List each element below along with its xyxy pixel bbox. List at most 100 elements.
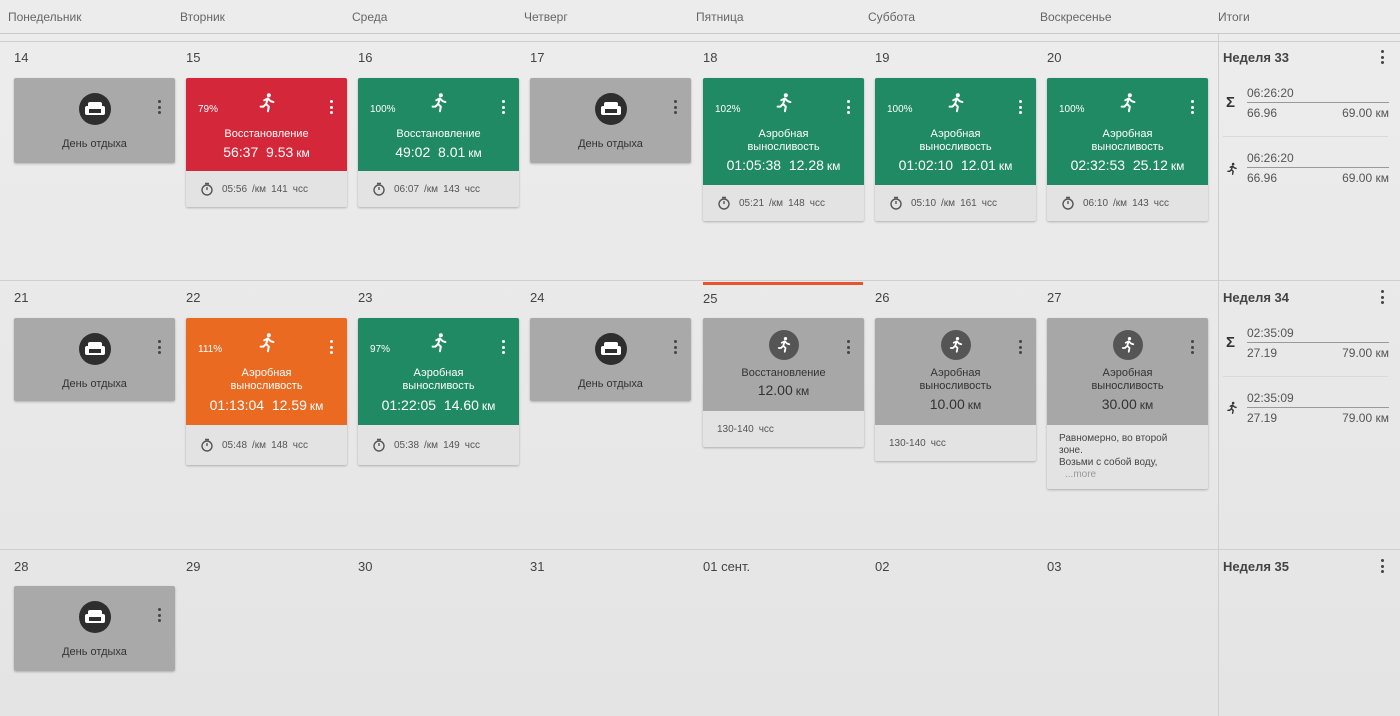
rest-day-card[interactable]: День отдыха: [530, 318, 691, 401]
card-menu-icon[interactable]: [673, 100, 677, 114]
card-menu-icon[interactable]: [501, 100, 505, 114]
workout-stats: 06:07/км 143 чсс: [358, 171, 519, 207]
row-divider: [0, 41, 1400, 42]
workout-title: Аэробная выносливость: [919, 367, 992, 392]
card-menu-icon[interactable]: [157, 608, 161, 622]
card-menu-icon[interactable]: [846, 340, 850, 354]
card-menu-icon[interactable]: [846, 100, 850, 114]
week-total-summary: 06:26:20 66.96 69.00 км: [1247, 86, 1389, 120]
date-label: 24: [530, 290, 545, 305]
more-link[interactable]: ...more: [1059, 469, 1198, 481]
runner-icon: [1120, 93, 1135, 113]
card-menu-icon[interactable]: [157, 100, 161, 114]
workout-stats: 05:10/км 161 чсс: [875, 185, 1036, 221]
runner-icon: [940, 330, 971, 360]
stopwatch-icon: [201, 182, 213, 196]
card-menu-icon[interactable]: [1190, 100, 1194, 114]
week-run-summary: 02:35:09 27.19 79.00 км: [1247, 391, 1389, 425]
workout-summary: 10.00 км: [929, 396, 982, 412]
completion-percent: 102%: [715, 104, 741, 115]
header-tuesday: Вторник: [180, 10, 225, 24]
rest-day-label: День отдыха: [62, 646, 127, 658]
runner-icon: [259, 93, 274, 113]
sigma-icon: Σ: [1226, 94, 1236, 111]
card-menu-icon[interactable]: [157, 340, 161, 354]
runner-icon: [1227, 162, 1237, 175]
stopwatch-icon: [890, 196, 902, 210]
date-label: 16: [358, 50, 373, 65]
week-menu-icon[interactable]: [1380, 50, 1384, 64]
stopwatch-icon: [1062, 196, 1074, 210]
runner-icon: [431, 93, 446, 113]
card-menu-icon[interactable]: [1190, 340, 1194, 354]
workout-stats: 06:10/км 143 чсс: [1047, 185, 1208, 221]
runner-icon: [776, 93, 791, 113]
workout-card[interactable]: 100% Аэробная выносливость 01:02:10 12.01…: [875, 78, 1036, 221]
card-menu-icon[interactable]: [501, 340, 505, 354]
date-label: 30: [358, 559, 373, 574]
rest-day-label: День отдыха: [578, 138, 643, 150]
workout-summary: 01:13:04 12.59 км: [209, 397, 324, 413]
date-label: 19: [875, 50, 890, 65]
workout-summary: 12.00 км: [757, 382, 810, 398]
card-menu-icon[interactable]: [1018, 100, 1022, 114]
row-divider: [0, 549, 1400, 550]
header-wednesday: Среда: [352, 10, 388, 24]
planned-workout-card[interactable]: Восстановление 12.00 км 130-140 чсс: [703, 318, 864, 447]
workout-target-hr: 130-140 чсс: [717, 423, 774, 435]
date-label: 17: [530, 50, 545, 65]
workout-card[interactable]: 97% Аэробная выносливость 01:22:05 14.60 к…: [358, 318, 519, 465]
week-title: Неделя 35: [1223, 559, 1290, 574]
planned-workout-card[interactable]: Аэробная выносливость 30.00 км Равномерно,…: [1047, 318, 1208, 489]
date-label: 22: [186, 290, 201, 305]
rest-day-card[interactable]: День отдыха: [14, 318, 175, 401]
rest-day-card[interactable]: День отдыха: [530, 78, 691, 163]
sofa-icon: [594, 93, 627, 125]
date-label: 26: [875, 290, 890, 305]
date-label: 20: [1047, 50, 1062, 65]
card-menu-icon[interactable]: [329, 100, 333, 114]
workout-summary: 01:02:10 12.01 км: [898, 157, 1013, 173]
card-menu-icon[interactable]: [673, 340, 677, 354]
date-label: 15: [186, 50, 201, 65]
sofa-icon: [78, 93, 111, 125]
week-total-summary: 02:35:09 27.19 79.00 км: [1247, 326, 1389, 360]
workout-stats: 05:56/км 141 чсс: [186, 171, 347, 207]
totals-separator: [1223, 376, 1388, 377]
workout-card[interactable]: 102% Аэробная выносливость 01:05:38 12.28…: [703, 78, 864, 221]
date-label: 18: [703, 50, 718, 65]
workout-card[interactable]: 100% Восстановление 49:02 8.01 км 06:07/к…: [358, 78, 519, 207]
date-label: 01 сент.: [703, 559, 751, 574]
runner-icon: [948, 93, 963, 113]
date-label: 29: [186, 559, 201, 574]
rest-day-card[interactable]: День отдыха: [14, 586, 175, 671]
workout-target-hr: 130-140 чсс: [889, 437, 946, 449]
workout-title: Восстановление: [396, 128, 481, 140]
date-label: 14: [14, 50, 29, 65]
card-menu-icon[interactable]: [329, 340, 333, 354]
workout-summary: 56:37 9.53 км: [223, 144, 310, 160]
week-title: Неделя 34: [1223, 290, 1290, 305]
workout-title: Аэробная выносливость: [230, 367, 303, 392]
date-label: 02: [875, 559, 890, 574]
rest-day-card[interactable]: День отдыха: [14, 78, 175, 163]
date-label: 21: [14, 290, 29, 305]
week-menu-icon[interactable]: [1380, 290, 1384, 304]
workout-card[interactable]: 100% Аэробная выносливость 02:32:53 25.12…: [1047, 78, 1208, 221]
workout-card[interactable]: 79% Восстановление 56:37 9.53 км 05:56/км…: [186, 78, 347, 207]
completion-percent: 100%: [1059, 104, 1085, 115]
workout-summary: 02:32:53 25.12 км: [1070, 157, 1185, 173]
rest-day-label: День отдыха: [578, 378, 643, 390]
today-indicator: [703, 282, 863, 285]
sofa-icon: [594, 333, 627, 365]
card-menu-icon[interactable]: [1018, 340, 1022, 354]
runner-icon: [431, 333, 446, 353]
week-menu-icon[interactable]: [1380, 559, 1384, 573]
completion-percent: 100%: [370, 104, 396, 115]
completion-percent: 79%: [198, 104, 219, 115]
workout-summary: 01:22:05 14.60 км: [381, 397, 496, 413]
date-label: 25: [703, 291, 718, 306]
workout-card[interactable]: 111% Аэробная выносливость 01:13:04 12.59…: [186, 318, 347, 465]
header-thursday: Четверг: [524, 10, 568, 24]
planned-workout-card[interactable]: Аэробная выносливость 10.00 км 130-140 чсс: [875, 318, 1036, 461]
